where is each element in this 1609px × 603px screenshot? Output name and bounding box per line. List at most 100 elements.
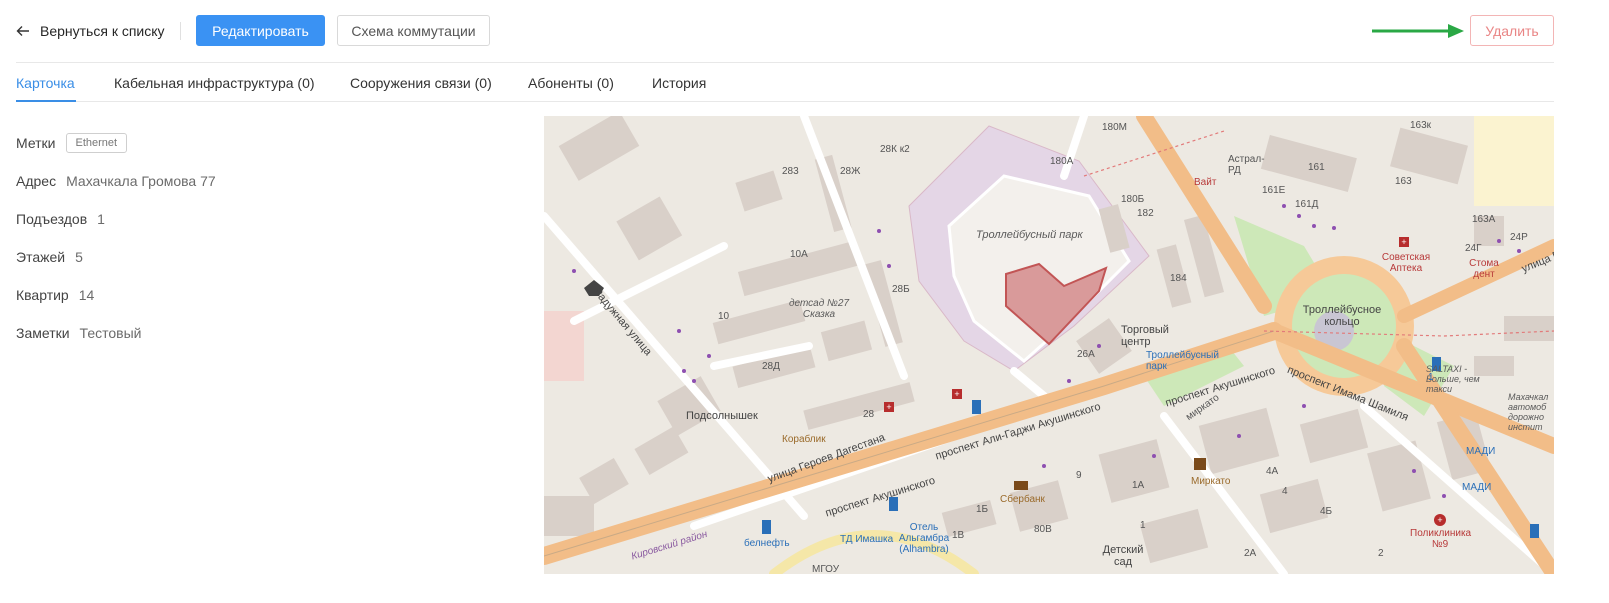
- prop-entrances-label: Подъездов: [16, 211, 88, 227]
- prop-floors-label: Этажей: [16, 249, 66, 265]
- map-num: 2А: [1244, 548, 1257, 559]
- delete-button[interactable]: Удалить: [1470, 15, 1554, 46]
- map-label-torgovy: Торговый центр: [1121, 324, 1169, 348]
- svg-text:+: +: [1437, 515, 1442, 525]
- tab-communication-structures-label: Сооружения связи (0): [350, 75, 492, 91]
- tab-subscribers-label: Абоненты (0): [528, 75, 614, 91]
- map-num: 163к: [1410, 120, 1432, 131]
- prop-address-value: Махачкала Громова 77: [66, 173, 216, 189]
- map-label-detskiy: Детский сад: [1102, 544, 1144, 568]
- back-to-list-button[interactable]: Вернуться к списку: [16, 20, 165, 42]
- tab-subscribers[interactable]: Абоненты (0): [528, 75, 614, 91]
- map-num: 163А: [1472, 214, 1496, 225]
- map-label-b1: 1: [1428, 372, 1434, 383]
- map-num: 180А: [1050, 156, 1074, 167]
- map-label-td-imashka: ТД Имашка: [840, 534, 894, 545]
- map-num: 161: [1308, 162, 1325, 173]
- map-label-detsad: детсад №27 Сказка: [788, 298, 849, 320]
- tab-cable-infrastructure[interactable]: Кабельная инфраструктура (0): [114, 75, 315, 91]
- map-num: 28: [863, 409, 875, 420]
- prop-notes: Заметки Тестовый: [16, 321, 141, 345]
- green-arrow-annotation: [1372, 24, 1464, 38]
- tab-bar: Карточка Кабельная инфраструктура (0) Со…: [16, 63, 1554, 102]
- tab-card[interactable]: Карточка: [16, 75, 75, 91]
- map-num: 4А: [1266, 466, 1279, 477]
- map-label-sberbank: Сбербанк: [1000, 494, 1045, 505]
- map-num: 2: [1378, 548, 1384, 559]
- map-label-hotel: Отель Альгамбра (Alhambra): [898, 522, 950, 555]
- map-num: 184: [1170, 273, 1187, 284]
- tab-cable-infrastructure-label: Кабельная инфраструктура (0): [114, 75, 315, 91]
- prop-apartments-value: 14: [78, 287, 95, 303]
- map-num: 4: [1282, 486, 1288, 497]
- map-num: 180Б: [1121, 194, 1145, 205]
- map-num: 1: [1140, 520, 1146, 531]
- back-to-list-label: Вернуться к списку: [40, 23, 165, 39]
- prop-notes-label: Заметки: [16, 325, 70, 341]
- map-label-sovetskaya: Советская Аптека: [1381, 252, 1431, 274]
- active-tab-indicator: [16, 100, 76, 102]
- map-label-mirkato: Миркато: [1191, 476, 1231, 487]
- map-area-yellow: [1474, 116, 1554, 206]
- map-label-tb-park: Троллейбусный парк: [1146, 350, 1219, 372]
- map-num: 4Б: [1320, 506, 1333, 517]
- map[interactable]: + + + + Троллейбусный парк детсад №27 Ск…: [544, 116, 1554, 574]
- prop-address: Адрес Махачкала Громова 77: [16, 169, 216, 193]
- map-num: 28К к2: [880, 144, 910, 155]
- map-num: 80В: [1034, 524, 1052, 535]
- map-num: 28Б: [892, 284, 910, 295]
- map-num: 24Г: [1465, 243, 1482, 254]
- toolbar: Вернуться к списку Редактировать Схема к…: [0, 0, 1609, 63]
- map-num: 28Ж: [840, 166, 861, 177]
- edit-button[interactable]: Редактировать: [196, 15, 325, 46]
- tab-history-label: История: [652, 75, 707, 91]
- map-label-stomadent: Стома дент: [1469, 258, 1499, 280]
- map-label-park: Троллейбусный парк: [976, 229, 1083, 241]
- prop-floors-value: 5: [75, 249, 83, 265]
- map-num: 26А: [1077, 349, 1095, 360]
- map-num: 283: [782, 166, 799, 177]
- svg-text:+: +: [954, 389, 959, 399]
- prop-entrances: Подъездов 1: [16, 207, 105, 231]
- svg-text:+: +: [886, 402, 891, 412]
- prop-notes-value: Тестовый: [79, 325, 142, 341]
- map-num: 161Д: [1295, 199, 1319, 210]
- prop-apartments-label: Квартир: [16, 287, 69, 303]
- map-num: 180М: [1102, 122, 1128, 133]
- map-num: 1В: [952, 530, 965, 541]
- map-label-belneft: белнефть: [744, 538, 790, 549]
- map-num: 163: [1395, 176, 1412, 187]
- tab-card-label: Карточка: [16, 75, 75, 91]
- map-num: 182: [1137, 208, 1154, 219]
- map-label-korablik: Кораблик: [782, 434, 826, 445]
- map-label-makhach: Махачкал автомоб дорожно инстит: [1508, 392, 1549, 432]
- ethernet-tag[interactable]: Ethernet: [65, 133, 128, 153]
- map-num: 28Д: [762, 361, 780, 372]
- map-label-saltaxi: SALTAXI - Больше, чем такси: [1426, 364, 1480, 394]
- map-num: 24Р: [1510, 232, 1528, 243]
- map-num: 10: [718, 311, 730, 322]
- prop-apartments: Квартир 14: [16, 283, 94, 307]
- map-label-madi: МАДИ: [1466, 446, 1496, 457]
- prop-entrances-value: 1: [97, 211, 105, 227]
- map-label-podsolnyshek: Подсолнышек: [686, 410, 758, 422]
- tab-history[interactable]: История: [652, 75, 706, 91]
- map-label-astral: Астрал-РД: [1228, 154, 1265, 176]
- map-label-vait: Вайт: [1194, 177, 1217, 188]
- map-label-poliklinika: Поликлиника №9: [1410, 528, 1472, 550]
- toolbar-divider: [180, 22, 181, 40]
- arrow-left-icon: [16, 26, 29, 36]
- svg-text:+: +: [1401, 237, 1406, 247]
- map-label-ring: Троллейбусное кольцо: [1302, 304, 1382, 328]
- prop-address-label: Адрес: [16, 173, 57, 189]
- prop-floors: Этажей 5: [16, 245, 83, 269]
- map-num: 10А: [790, 249, 808, 260]
- prop-tags-label: Метки: [16, 135, 56, 151]
- map-num: 9: [1076, 470, 1082, 481]
- tab-communication-structures[interactable]: Сооружения связи (0): [350, 75, 492, 91]
- switching-scheme-button[interactable]: Схема коммутации: [337, 15, 490, 46]
- map-label-madi2: МАДИ: [1462, 482, 1492, 493]
- prop-tags: Метки Ethernet: [16, 131, 128, 155]
- map-num: 1Б: [976, 504, 989, 515]
- map-num: 161Е: [1262, 185, 1286, 196]
